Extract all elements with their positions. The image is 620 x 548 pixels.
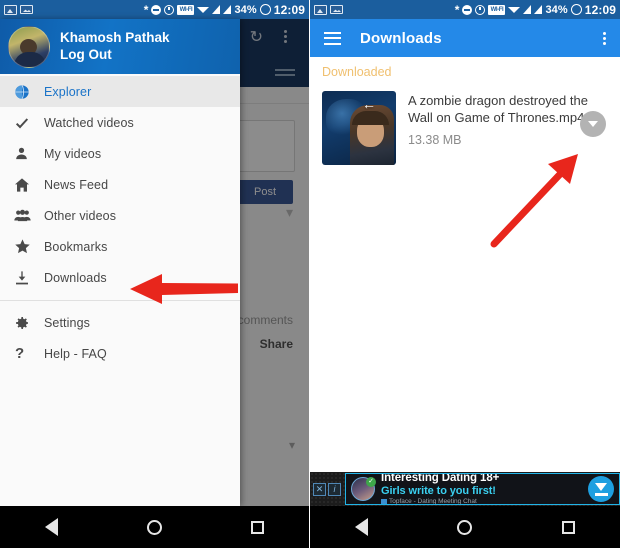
ad-container: ✕ i ✓ Interesting Dating 18+ Girls write…: [310, 472, 620, 506]
sidebar-item-my-videos[interactable]: My videos: [0, 138, 240, 169]
clock: 12:09: [584, 2, 616, 17]
ad-info-button[interactable]: i: [328, 482, 341, 496]
ad-close-button[interactable]: ✕: [313, 482, 326, 496]
ad-headline: Interesting Dating 18+: [381, 473, 500, 484]
sidebar-item-label: Explorer: [44, 84, 92, 99]
home-icon: [14, 177, 44, 193]
ad-advertiser: Topface - Dating Meeting Chat: [381, 498, 499, 504]
home-circle-icon[interactable]: [457, 519, 473, 535]
back-triangle-icon[interactable]: [44, 518, 58, 536]
sidebar-item-label: Downloads: [44, 270, 107, 285]
section-header-downloaded: Downloaded: [322, 65, 392, 79]
mute-icon: [151, 4, 162, 15]
signal-1-icon: [523, 5, 532, 14]
dnd-icon: [508, 6, 521, 13]
sidebar-item-other-videos[interactable]: Other videos: [0, 200, 240, 231]
battery-percent: 34%: [545, 3, 568, 16]
wifi-icon: WI-FI: [177, 4, 195, 15]
star-icon: [14, 238, 44, 255]
dual-screenshot: ↻ Post ▾ never arc 3 comments Share ce: [0, 0, 620, 548]
sidebar-item-news-feed[interactable]: News Feed: [0, 169, 240, 200]
video-thumbnail[interactable]: ←: [322, 91, 396, 165]
navigation-drawer: Khamosh Pathak Log Out Explorer Watched …: [0, 19, 240, 506]
recents-square-icon[interactable]: [562, 520, 576, 534]
sidebar-item-label: Help - FAQ: [44, 346, 107, 361]
ad-app-icon: [381, 498, 387, 504]
right-phone-screen: * WI-FI 34% 12:09 Downloads Downloaded ←…: [310, 0, 620, 548]
sidebar-item-label: My videos: [44, 146, 102, 161]
page-title: Downloads: [360, 29, 442, 47]
kebab-menu-icon[interactable]: [603, 30, 606, 47]
group-icon: [14, 207, 44, 224]
sidebar-item-explorer[interactable]: Explorer: [0, 76, 240, 107]
sidebar-item-label: News Feed: [44, 177, 109, 192]
alarm-icon: [164, 4, 175, 15]
sidebar-item-bookmarks[interactable]: Bookmarks: [0, 231, 240, 262]
sidebar-item-label: Other videos: [44, 208, 117, 223]
user-name: Khamosh Pathak: [60, 30, 170, 45]
thumbnail-person: [350, 105, 394, 165]
image-icon: [330, 5, 343, 14]
hamburger-icon[interactable]: [324, 28, 341, 48]
screenshot-icon: [314, 4, 327, 15]
bluetooth-icon: *: [143, 2, 149, 17]
mute-icon: [462, 4, 473, 15]
downloads-list: Downloaded ← A zombie dragon destroyed t…: [310, 57, 620, 472]
sidebar-item-help-faq[interactable]: ? Help - FAQ: [0, 338, 240, 369]
recents-square-icon[interactable]: [251, 520, 265, 534]
ad-subhead: Girls write to you first!: [381, 484, 496, 497]
sidebar-item-label: Settings: [44, 315, 90, 330]
status-bar: * WI-FI 34% 12:09: [310, 0, 620, 19]
verified-check-icon: ✓: [366, 477, 376, 487]
sidebar-item-watched-videos[interactable]: Watched videos: [0, 107, 240, 138]
screenshot-icon: [4, 4, 17, 15]
battery-icon: [259, 4, 271, 15]
drawer-header[interactable]: Khamosh Pathak Log Out: [0, 19, 240, 74]
download-icon: [14, 270, 44, 286]
status-bar: * WI-FI 34% 12:09: [0, 0, 309, 19]
signal-2-icon: [534, 5, 543, 14]
signal-2-icon: [223, 5, 232, 14]
check-icon: [14, 115, 44, 131]
clock: 12:09: [273, 2, 305, 17]
chevron-down-icon[interactable]: [580, 111, 606, 137]
battery-icon: [570, 4, 582, 15]
sidebar-item-label: Watched videos: [44, 115, 134, 130]
sidebar-item-settings[interactable]: Settings: [0, 307, 240, 338]
globe-icon: [14, 84, 44, 100]
alarm-icon: [475, 4, 486, 15]
back-arrow-icon: ←: [362, 96, 376, 112]
image-icon: [20, 5, 33, 14]
dnd-icon: [197, 6, 210, 13]
ad-banner[interactable]: ✓ Interesting Dating 18+ Girls write to …: [345, 473, 620, 505]
gear-icon: [14, 315, 44, 331]
annotation-arrow-left: [130, 274, 238, 304]
back-triangle-icon[interactable]: [354, 518, 368, 536]
android-nav-bar: [310, 506, 620, 548]
bluetooth-icon: *: [454, 2, 460, 17]
home-circle-icon[interactable]: [146, 519, 162, 535]
battery-percent: 34%: [234, 3, 257, 16]
wifi-icon: WI-FI: [488, 4, 506, 15]
logout-button[interactable]: Log Out: [60, 46, 170, 64]
sidebar-item-label: Bookmarks: [44, 239, 108, 254]
person-icon: [14, 146, 44, 161]
signal-1-icon: [212, 5, 221, 14]
ad-download-button[interactable]: [588, 476, 614, 502]
annotation-arrow-up-right: [490, 154, 578, 248]
left-phone-screen: ↻ Post ▾ never arc 3 comments Share ce: [0, 0, 310, 548]
downloads-toolbar: Downloads: [310, 19, 620, 57]
ad-avatar: ✓: [351, 477, 376, 501]
android-nav-bar: [0, 506, 309, 548]
question-icon: ?: [15, 345, 25, 362]
avatar: [8, 25, 50, 68]
